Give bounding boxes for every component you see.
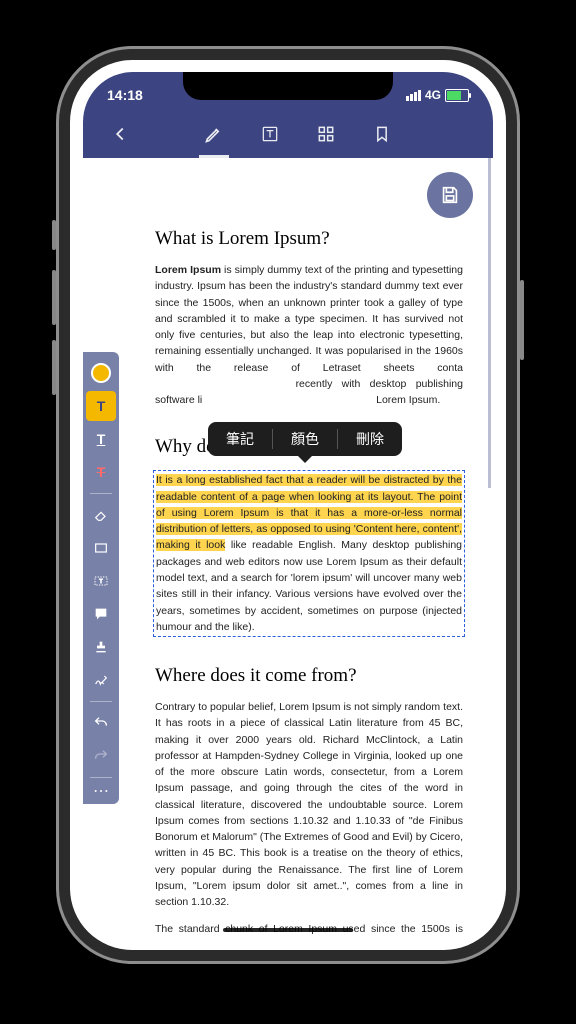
context-delete-button[interactable]: 刪除 [338, 422, 402, 456]
eraser-tool[interactable] [86, 500, 116, 530]
rectangle-tool[interactable] [86, 533, 116, 563]
undo-button[interactable] [86, 708, 116, 738]
annotation-sidebar: T T T T [83, 352, 119, 804]
sidebar-divider [90, 493, 112, 494]
highlight-color-tool[interactable] [86, 358, 116, 388]
status-right: 4G [406, 88, 469, 102]
highlight-selection[interactable]: It is a long established fact that a rea… [153, 470, 465, 637]
stamp-tool[interactable] [86, 632, 116, 662]
status-time: 14:18 [107, 87, 143, 103]
more-tools-button[interactable] [86, 784, 116, 798]
content-area: T T T T [83, 158, 493, 938]
comment-tool[interactable] [86, 599, 116, 629]
svg-text:T: T [99, 579, 103, 585]
text-strikethrough-tool[interactable]: T [86, 457, 116, 487]
signature-tool[interactable] [86, 665, 116, 695]
back-button[interactable] [95, 110, 145, 158]
doc-heading-3: Where does it come from? [155, 665, 463, 687]
doc-bold: Lorem Ipsum [155, 264, 221, 276]
context-color-button[interactable]: 顏色 [273, 422, 337, 456]
document-viewport[interactable]: What is Lorem Ipsum? Lorem Ipsum is simp… [125, 158, 493, 938]
textbox-tool[interactable]: T [86, 566, 116, 596]
sidebar-divider [90, 701, 112, 702]
network-label: 4G [425, 88, 441, 102]
doc-heading-1: What is Lorem Ipsum? [155, 228, 463, 250]
top-toolbar [83, 110, 493, 158]
grid-tab[interactable] [301, 110, 351, 158]
context-note-button[interactable]: 筆記 [208, 422, 272, 456]
redo-button[interactable] [86, 741, 116, 771]
sidebar-divider [90, 777, 112, 778]
battery-icon [445, 89, 469, 102]
home-indicator[interactable] [223, 928, 353, 932]
context-menu: 筆記 顏色 刪除 [208, 422, 402, 456]
text-highlight-tool[interactable]: T [86, 391, 116, 421]
doc-paragraph: Contrary to popular belief, Lorem Ipsum … [155, 699, 463, 910]
bookmark-tab[interactable] [357, 110, 407, 158]
save-button[interactable] [427, 172, 473, 218]
edit-tab[interactable] [189, 110, 239, 158]
text-style-tab[interactable] [245, 110, 295, 158]
notch [183, 72, 393, 100]
doc-paragraph: Lorem Ipsum is simply dummy text of the … [155, 262, 463, 408]
text-underline-tool[interactable]: T [86, 424, 116, 454]
signal-icon [406, 90, 421, 101]
